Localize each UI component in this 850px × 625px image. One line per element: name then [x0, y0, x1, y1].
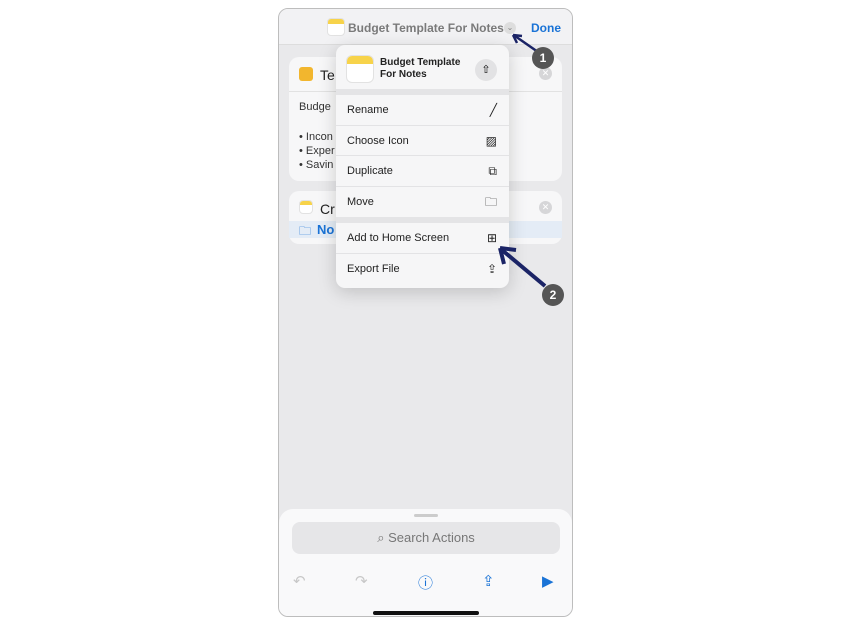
annotation-marker-1: 1 — [532, 47, 554, 69]
annotation-arrows — [498, 33, 547, 288]
annotation-marker-2: 2 — [542, 284, 564, 306]
